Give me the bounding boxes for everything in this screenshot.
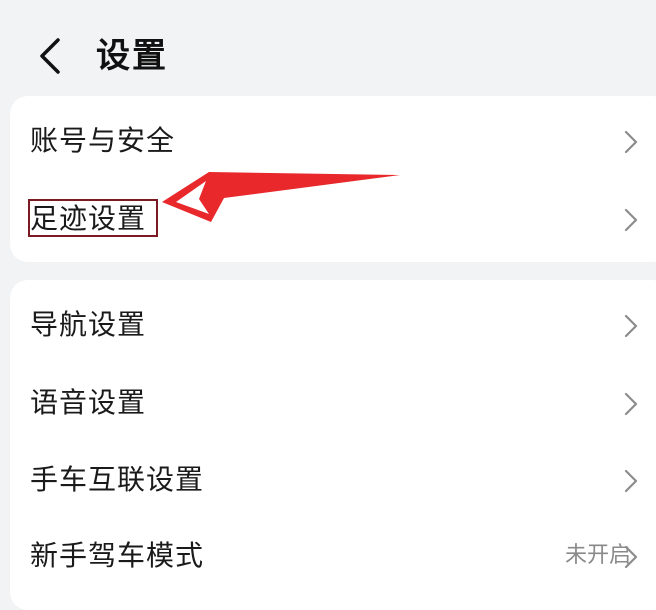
row-label: 语音设置 xyxy=(30,386,147,419)
chevron-right-icon xyxy=(624,130,638,154)
chevron-right-icon xyxy=(624,392,638,416)
row-label: 手车互联设置 xyxy=(30,463,205,496)
chevron-right-icon xyxy=(624,545,638,569)
back-button[interactable] xyxy=(28,34,72,78)
row-phone-car-link-settings[interactable]: 手车互联设置 xyxy=(10,441,656,519)
chevron-right-icon xyxy=(624,314,638,338)
page-title: 设置 xyxy=(96,36,168,76)
settings-group-account: 账号与安全 足迹设置 xyxy=(10,96,656,262)
row-footprint-settings[interactable]: 足迹设置 xyxy=(10,180,656,258)
chevron-right-icon xyxy=(624,208,638,232)
row-account-security[interactable]: 账号与安全 xyxy=(10,102,656,180)
settings-group-navigation: 导航设置 语音设置 手车互联设置 新手驾车模式 未开启 xyxy=(10,280,656,610)
row-navigation-settings[interactable]: 导航设置 xyxy=(10,286,656,364)
row-label: 新手驾车模式 xyxy=(30,539,205,572)
row-novice-driving-mode[interactable]: 新手驾车模式 未开启 xyxy=(10,517,656,595)
chevron-left-icon xyxy=(40,38,60,74)
row-voice-settings[interactable]: 语音设置 xyxy=(10,364,656,442)
header: 设置 xyxy=(0,0,656,96)
row-label: 导航设置 xyxy=(30,308,147,341)
row-label: 足迹设置 xyxy=(30,202,147,235)
chevron-right-icon xyxy=(624,469,638,493)
row-label: 账号与安全 xyxy=(30,124,176,157)
